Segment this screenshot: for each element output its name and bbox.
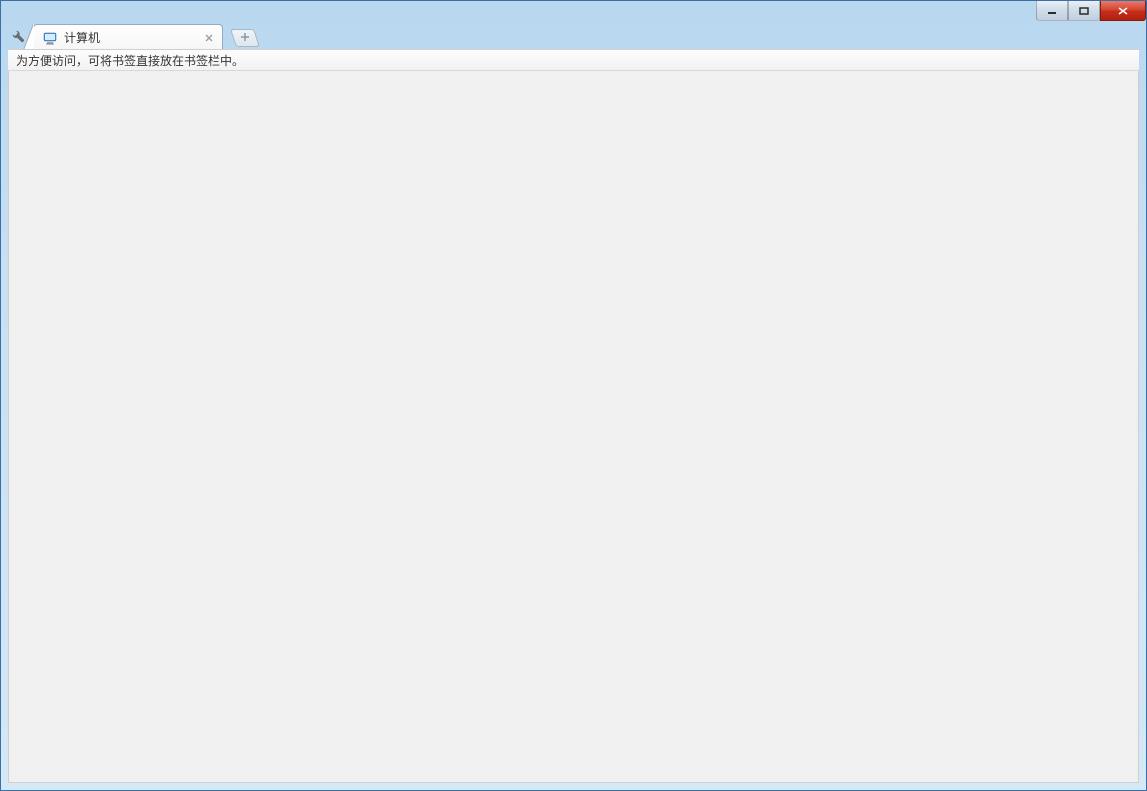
close-icon — [1118, 7, 1128, 15]
bookmark-bar[interactable]: 为方便访问，可将书签直接放在书签栏中。 — [8, 49, 1139, 71]
maximize-icon — [1079, 7, 1089, 15]
tab-title: 计算机 — [64, 29, 100, 46]
x-icon — [205, 34, 213, 42]
content-area — [8, 71, 1139, 783]
tab-close-button[interactable] — [202, 31, 216, 45]
close-button[interactable] — [1100, 1, 1146, 21]
maximize-button[interactable] — [1068, 1, 1100, 21]
tabstrip: 计算机 — [9, 23, 1138, 49]
tab-computer[interactable]: 计算机 — [33, 24, 223, 50]
new-tab-button[interactable] — [230, 29, 260, 47]
bookmark-hint: 为方便访问，可将书签直接放在书签栏中。 — [16, 52, 244, 69]
minimize-icon — [1047, 7, 1057, 15]
browser-window: 计算机 为方便访问，可将书签直接放在书签栏中。 — [0, 0, 1147, 791]
computer-icon — [42, 30, 58, 46]
minimize-button[interactable] — [1036, 1, 1068, 21]
plus-icon — [240, 32, 250, 44]
window-controls — [1036, 1, 1146, 21]
